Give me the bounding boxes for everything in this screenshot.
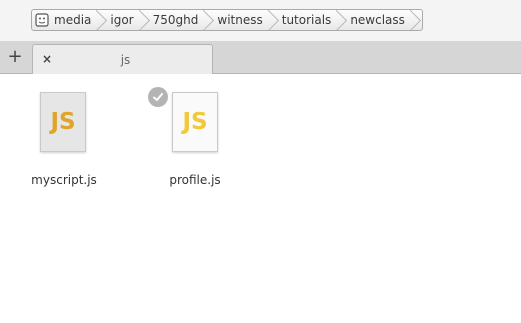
breadcrumb-item-tutorials[interactable]: tutorials	[272, 10, 341, 30]
tab-js[interactable]: × js	[32, 44, 213, 74]
tab-title: js	[120, 53, 131, 67]
checkmark-icon[interactable]	[148, 87, 168, 107]
breadcrumb-label: media	[54, 13, 92, 27]
js-file-icon: JS	[172, 92, 218, 152]
breadcrumb-label: witness	[217, 13, 263, 27]
breadcrumb-label: 750ghd	[152, 13, 199, 27]
new-tab-button[interactable]: +	[4, 46, 26, 68]
breadcrumb-item-igor[interactable]: igor	[100, 10, 142, 30]
file-name: profile.js	[169, 173, 221, 187]
breadcrumb-item-witness[interactable]: witness	[207, 10, 271, 30]
file-name: myscript.js	[31, 173, 97, 187]
tab-bar: + × js	[0, 41, 521, 74]
breadcrumb-item-750ghd[interactable]: 750ghd	[143, 10, 208, 30]
breadcrumb-label: newclass	[350, 13, 405, 27]
location-bar: media igor 750ghd witness tutorials newc…	[0, 0, 521, 41]
breadcrumb-item-media[interactable]: media	[32, 10, 100, 30]
js-file-icon-label: JS	[182, 109, 208, 135]
js-file-icon: JS	[40, 92, 86, 152]
drive-icon	[35, 13, 49, 27]
breadcrumb-label: tutorials	[281, 13, 332, 27]
breadcrumb-item-js[interactable]: js	[414, 10, 422, 30]
breadcrumb-label: igor	[110, 13, 134, 27]
breadcrumb: media igor 750ghd witness tutorials newc…	[31, 9, 423, 31]
js-file-icon-label: JS	[50, 109, 76, 135]
breadcrumb-item-newclass[interactable]: newclass	[340, 10, 414, 30]
